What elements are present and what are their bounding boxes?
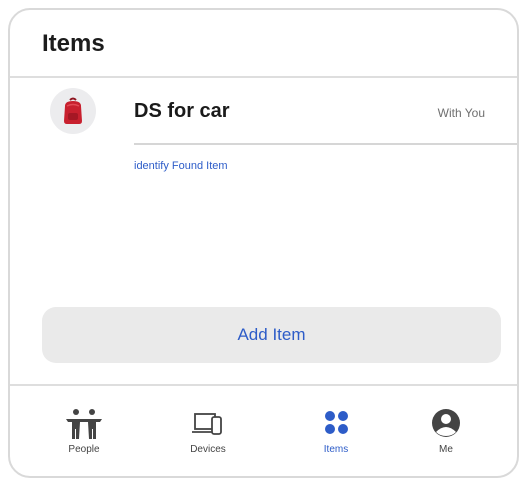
tab-devices[interactable]: Devices [158,408,258,468]
tab-bar: People Devices Items Me [10,384,517,476]
item-avatar [50,88,96,134]
tab-items-label: Items [323,444,349,455]
tab-people[interactable]: People [34,408,134,468]
tab-items[interactable]: Items [286,408,386,468]
tab-me-label: Me [439,444,453,455]
identify-found-item-link[interactable]: identify Found Item [134,160,228,172]
devices-icon [158,408,258,442]
add-item-button[interactable]: Add Item [42,307,501,363]
red-backpack-icon [64,97,82,124]
items-grid-icon [286,408,386,442]
items-panel: Items DS for car With You identify Found… [8,8,519,478]
list-item[interactable]: DS for car With You [10,78,517,148]
item-name: DS for car [134,100,230,122]
tab-devices-label: Devices [190,444,226,455]
item-status: With You [437,106,485,120]
tab-people-label: People [68,444,100,455]
tab-me[interactable]: Me [396,408,496,468]
person-circle-icon [396,408,496,442]
people-icon [34,408,134,442]
page-title: Items [42,30,105,57]
item-divider [134,143,517,145]
header: Items [10,10,517,78]
